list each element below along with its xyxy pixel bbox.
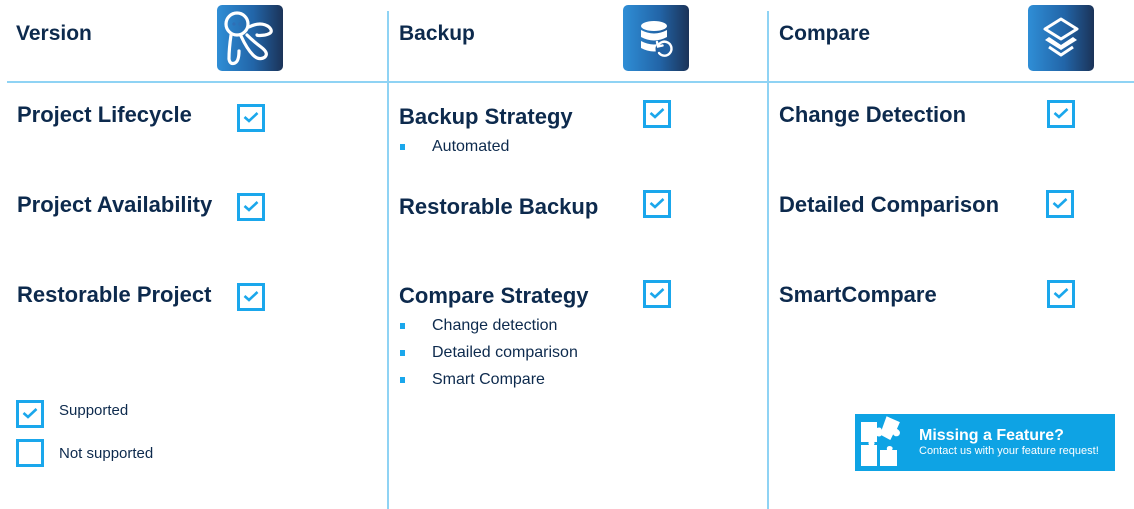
- supported-checkbox: [1047, 100, 1075, 128]
- bullet-item: Detailed comparison: [399, 339, 578, 366]
- column-divider: [767, 11, 769, 509]
- bullet-icon: [400, 144, 405, 150]
- supported-checkbox: [237, 283, 265, 311]
- supported-checkbox: [1047, 280, 1075, 308]
- banner-subtitle: Contact us with your feature request!: [919, 445, 1099, 457]
- header-divider: [7, 81, 1134, 83]
- missing-feature-banner[interactable]: Missing a Feature? Contact us with your …: [855, 414, 1115, 471]
- supported-checkbox: [1046, 190, 1074, 218]
- database-restore-icon: [623, 5, 689, 71]
- supported-checkbox: [643, 100, 671, 128]
- compare-strategy-details: Change detection Detailed comparison Sma…: [399, 312, 578, 393]
- feature-project-lifecycle: Project Lifecycle: [17, 102, 192, 127]
- bullet-item: Change detection: [399, 312, 578, 339]
- supported-checkbox: [643, 190, 671, 218]
- column-divider: [387, 11, 389, 509]
- feature-smartcompare: SmartCompare: [779, 282, 937, 307]
- feature-compare-strategy: Compare Strategy: [399, 283, 589, 308]
- empty-checkbox-icon: [16, 439, 44, 467]
- bullet-icon: [400, 350, 405, 356]
- feature-restorable-project: Restorable Project: [17, 282, 212, 307]
- column-title-compare: Compare: [779, 22, 871, 45]
- supported-checkbox-icon: [16, 400, 44, 428]
- feature-backup-strategy: Backup Strategy: [399, 104, 573, 129]
- layers-icon: [1028, 5, 1094, 71]
- octopus-icon: [217, 5, 283, 71]
- bullet-icon: [400, 377, 405, 383]
- feature-restorable-backup: Restorable Backup: [399, 194, 599, 219]
- legend-supported: Supported: [16, 400, 128, 428]
- feature-change-detection: Change Detection: [779, 102, 967, 127]
- feature-detailed-comparison: Detailed Comparison: [779, 192, 1000, 217]
- column-title-backup: Backup: [399, 22, 475, 45]
- legend-not-supported: Not supported: [16, 439, 153, 467]
- feature-project-availability: Project Availability: [17, 192, 213, 217]
- legend-not-supported-label: Not supported: [59, 444, 154, 462]
- supported-checkbox: [237, 104, 265, 132]
- puzzle-icon: [855, 414, 911, 471]
- legend-supported-label: Supported: [59, 401, 129, 419]
- bullet-item: Automated: [399, 133, 509, 160]
- supported-checkbox: [237, 193, 265, 221]
- column-title-version: Version: [16, 22, 92, 45]
- supported-checkbox: [643, 280, 671, 308]
- banner-title: Missing a Feature?: [919, 427, 1064, 444]
- bullet-icon: [400, 323, 405, 329]
- bullet-item: Smart Compare: [399, 366, 578, 393]
- backup-strategy-details: Automated: [399, 133, 509, 160]
